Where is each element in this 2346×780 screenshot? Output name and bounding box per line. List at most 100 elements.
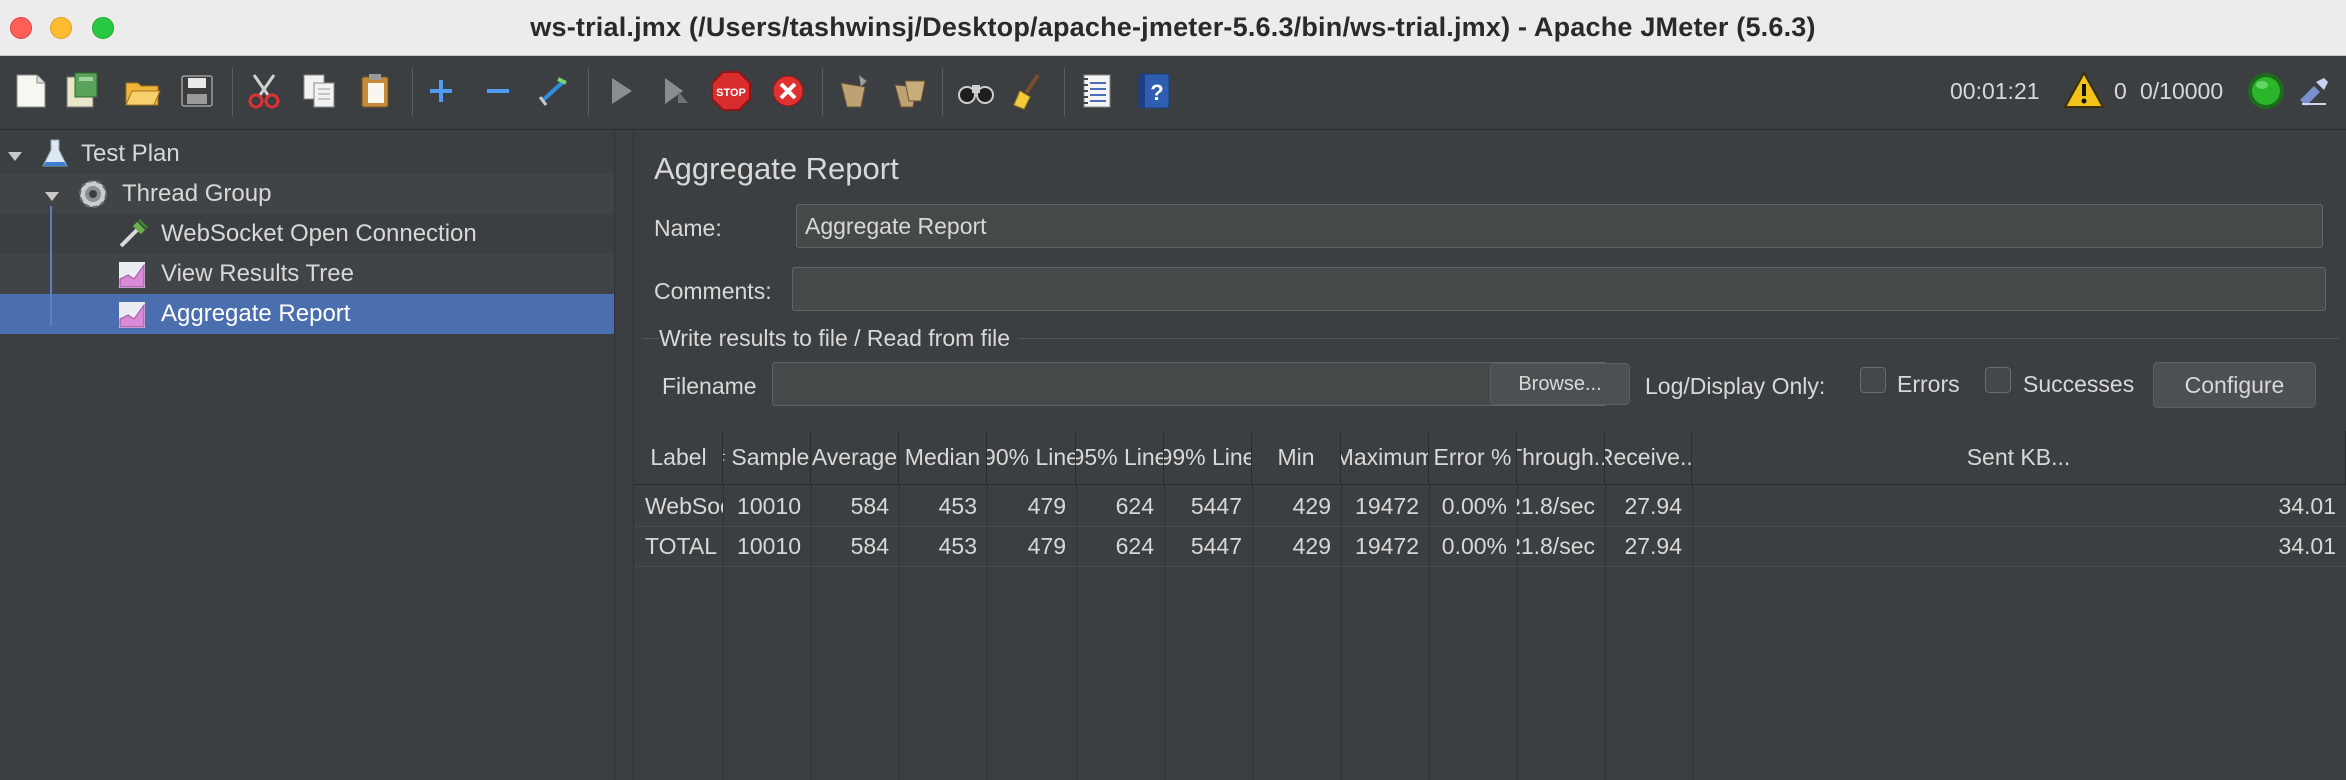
table-cell[interactable]: 624 bbox=[1076, 486, 1164, 526]
search-icon[interactable] bbox=[952, 67, 1000, 115]
tree-guide-line bbox=[50, 206, 52, 326]
start-no-pause-icon[interactable] bbox=[652, 67, 700, 115]
tree-item-label: Test Plan bbox=[81, 140, 180, 167]
table-cell[interactable]: 27.94 bbox=[1605, 526, 1692, 566]
comments-field[interactable] bbox=[792, 267, 2326, 311]
split-pane-divider[interactable] bbox=[614, 131, 634, 780]
tree-item-aggregate-report[interactable]: Aggregate Report bbox=[0, 294, 614, 334]
table-cell[interactable]: 453 bbox=[899, 526, 987, 566]
table-cell-label[interactable]: WebSoc... bbox=[635, 486, 723, 526]
table-cell[interactable]: 19472 bbox=[1341, 486, 1429, 526]
errors-checkbox[interactable] bbox=[1860, 367, 1886, 393]
column-header[interactable]: Receive... bbox=[1605, 431, 1692, 485]
log-viewer-icon[interactable] bbox=[2296, 74, 2332, 115]
table-cell[interactable]: 27.94 bbox=[1605, 486, 1692, 526]
name-field-value: Aggregate Report bbox=[805, 212, 987, 239]
errors-label: Errors bbox=[1897, 371, 1960, 397]
table-cell[interactable]: 453 bbox=[899, 486, 987, 526]
toolbar-separator bbox=[822, 68, 823, 116]
table-cell[interactable]: 429 bbox=[1252, 486, 1341, 526]
column-header[interactable]: Through... bbox=[1517, 431, 1605, 485]
start-icon[interactable] bbox=[597, 67, 645, 115]
column-header[interactable]: Average bbox=[811, 431, 899, 485]
table-cell[interactable]: 34.01 bbox=[1692, 526, 2346, 566]
cut-icon[interactable] bbox=[240, 67, 288, 115]
open-icon[interactable] bbox=[118, 67, 166, 115]
table-cell-label[interactable]: TOTAL bbox=[635, 526, 723, 566]
filename-field[interactable] bbox=[772, 362, 1607, 406]
warning-icon[interactable] bbox=[2063, 70, 2105, 115]
toolbar-separator bbox=[942, 68, 943, 116]
toolbar: STOP ? 00:01:21 0 0/10000 bbox=[0, 56, 2346, 130]
collapse-icon[interactable] bbox=[474, 67, 522, 115]
toolbar-separator bbox=[232, 68, 233, 116]
column-header[interactable]: Maximum bbox=[1341, 431, 1429, 485]
toolbar-separator bbox=[412, 68, 413, 116]
column-header[interactable]: 90% Line bbox=[987, 431, 1076, 485]
table-cell[interactable]: 19472 bbox=[1341, 526, 1429, 566]
elapsed-time: 00:01:21 bbox=[1950, 78, 2040, 104]
column-header[interactable]: 95% Line bbox=[1076, 431, 1164, 485]
table-cell[interactable]: 34.01 bbox=[1692, 486, 2346, 526]
name-label: Name: bbox=[654, 215, 722, 241]
table-cell[interactable]: 479 bbox=[987, 486, 1076, 526]
table-cell[interactable]: 584 bbox=[811, 486, 899, 526]
tree-item-thread-group[interactable]: Thread Group bbox=[0, 174, 614, 214]
name-field[interactable]: Aggregate Report bbox=[796, 204, 2323, 248]
table-cell[interactable]: 5447 bbox=[1164, 486, 1252, 526]
error-count: 0 bbox=[2114, 78, 2127, 104]
expand-icon[interactable] bbox=[417, 67, 465, 115]
active-threads: 0/10000 bbox=[2140, 78, 2224, 104]
configure-button[interactable]: Configure bbox=[2153, 362, 2316, 408]
svg-text:?: ? bbox=[1150, 80, 1163, 105]
browse-button[interactable]: Browse... bbox=[1490, 363, 1630, 405]
tree-item-websocket-open-connection[interactable]: WebSocket Open Connection bbox=[0, 214, 614, 254]
title-bar: ws-trial.jmx (/Users/tashwinsj/Desktop/a… bbox=[0, 0, 2346, 56]
table-cell[interactable]: 429 bbox=[1252, 526, 1341, 566]
table-cell[interactable]: 221.8/sec bbox=[1517, 526, 1605, 566]
graph-icon bbox=[118, 301, 146, 336]
tree-item-view-results-tree[interactable]: View Results Tree bbox=[0, 254, 614, 294]
chevron-down-icon[interactable] bbox=[6, 144, 24, 172]
paste-icon[interactable] bbox=[352, 67, 400, 115]
row-divider bbox=[635, 566, 2346, 567]
templates-icon[interactable] bbox=[57, 67, 105, 115]
flask-icon bbox=[40, 138, 70, 177]
clear-icon[interactable] bbox=[829, 67, 877, 115]
reset-search-icon[interactable] bbox=[1006, 67, 1054, 115]
column-header[interactable]: Median bbox=[899, 431, 987, 485]
table-cell[interactable]: 10010 bbox=[723, 486, 811, 526]
function-helper-icon[interactable] bbox=[1072, 67, 1120, 115]
table-cell[interactable]: 0.00% bbox=[1429, 486, 1517, 526]
table-cell[interactable]: 0.00% bbox=[1429, 526, 1517, 566]
table-cell[interactable]: 221.8/sec bbox=[1517, 486, 1605, 526]
save-icon[interactable] bbox=[173, 67, 221, 115]
successes-checkbox[interactable] bbox=[1985, 367, 2011, 393]
filename-label: Filename bbox=[662, 373, 757, 399]
table-cell[interactable]: 479 bbox=[987, 526, 1076, 566]
column-header[interactable]: Label bbox=[635, 431, 723, 485]
new-icon[interactable] bbox=[7, 67, 55, 115]
window-title: ws-trial.jmx (/Users/tashwinsj/Desktop/a… bbox=[530, 12, 1816, 42]
stop-icon[interactable]: STOP bbox=[707, 67, 755, 115]
table-cell[interactable]: 5447 bbox=[1164, 526, 1252, 566]
pipette-icon bbox=[117, 218, 149, 257]
results-table: Label# SamplesAverageMedian90% Line95% L… bbox=[635, 431, 2346, 780]
column-header[interactable]: Error % bbox=[1429, 431, 1517, 485]
chevron-down-icon[interactable] bbox=[43, 184, 61, 212]
shutdown-icon[interactable] bbox=[764, 67, 812, 115]
clear-all-icon[interactable] bbox=[885, 67, 933, 115]
column-header[interactable]: 99% Line bbox=[1164, 431, 1252, 485]
table-cell[interactable]: 10010 bbox=[723, 526, 811, 566]
page-title: Aggregate Report bbox=[654, 151, 899, 186]
copy-icon[interactable] bbox=[296, 67, 344, 115]
toolbar-separator bbox=[588, 68, 589, 116]
toggle-icon[interactable] bbox=[530, 67, 578, 115]
column-header[interactable]: Sent KB... bbox=[1692, 431, 2346, 485]
help-icon[interactable]: ? bbox=[1130, 67, 1178, 115]
table-cell[interactable]: 584 bbox=[811, 526, 899, 566]
column-header[interactable]: # Samples bbox=[723, 431, 811, 485]
column-header[interactable]: Min bbox=[1252, 431, 1341, 485]
tree-item-test-plan[interactable]: Test Plan bbox=[0, 134, 614, 174]
table-cell[interactable]: 624 bbox=[1076, 526, 1164, 566]
